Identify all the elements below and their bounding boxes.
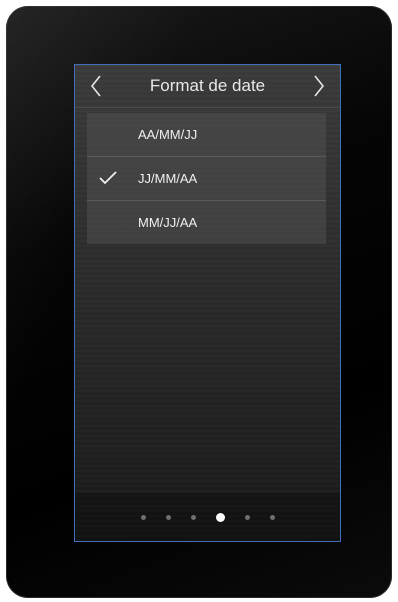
date-format-option-mm-jj-aa[interactable]: MM/JJ/AA [87,201,326,244]
option-label: AA/MM/JJ [138,127,198,142]
chevron-right-icon [314,75,325,97]
page-dots [75,513,340,522]
page-dot-active[interactable] [215,513,225,522]
previous-page-button[interactable] [81,69,111,103]
check-icon [99,171,117,185]
date-format-list: AA/MM/JJ JJ/MM/AA MM/JJ/AA [87,113,326,244]
date-format-option-aa-mm-jj[interactable]: AA/MM/JJ [87,113,326,157]
page-dot[interactable] [244,515,250,520]
next-page-button[interactable] [304,69,334,103]
chevron-left-icon [90,75,101,97]
option-label: JJ/MM/AA [138,171,198,186]
page-dot[interactable] [190,515,196,520]
date-format-option-jj-mm-aa[interactable]: JJ/MM/AA [87,157,326,201]
screen-header: Format de date [75,65,340,108]
touch-screen: Format de date AA/MM/JJ JJ/MM/AA MM/JJ/A… [74,64,341,542]
device-frame: Format de date AA/MM/JJ JJ/MM/AA MM/JJ/A… [6,6,392,598]
page-dot[interactable] [140,515,146,520]
page-dot[interactable] [165,515,171,520]
page-indicator-bar [75,493,340,541]
option-label: MM/JJ/AA [138,215,198,230]
page-dot[interactable] [269,515,275,520]
page-title: Format de date [149,76,266,95]
